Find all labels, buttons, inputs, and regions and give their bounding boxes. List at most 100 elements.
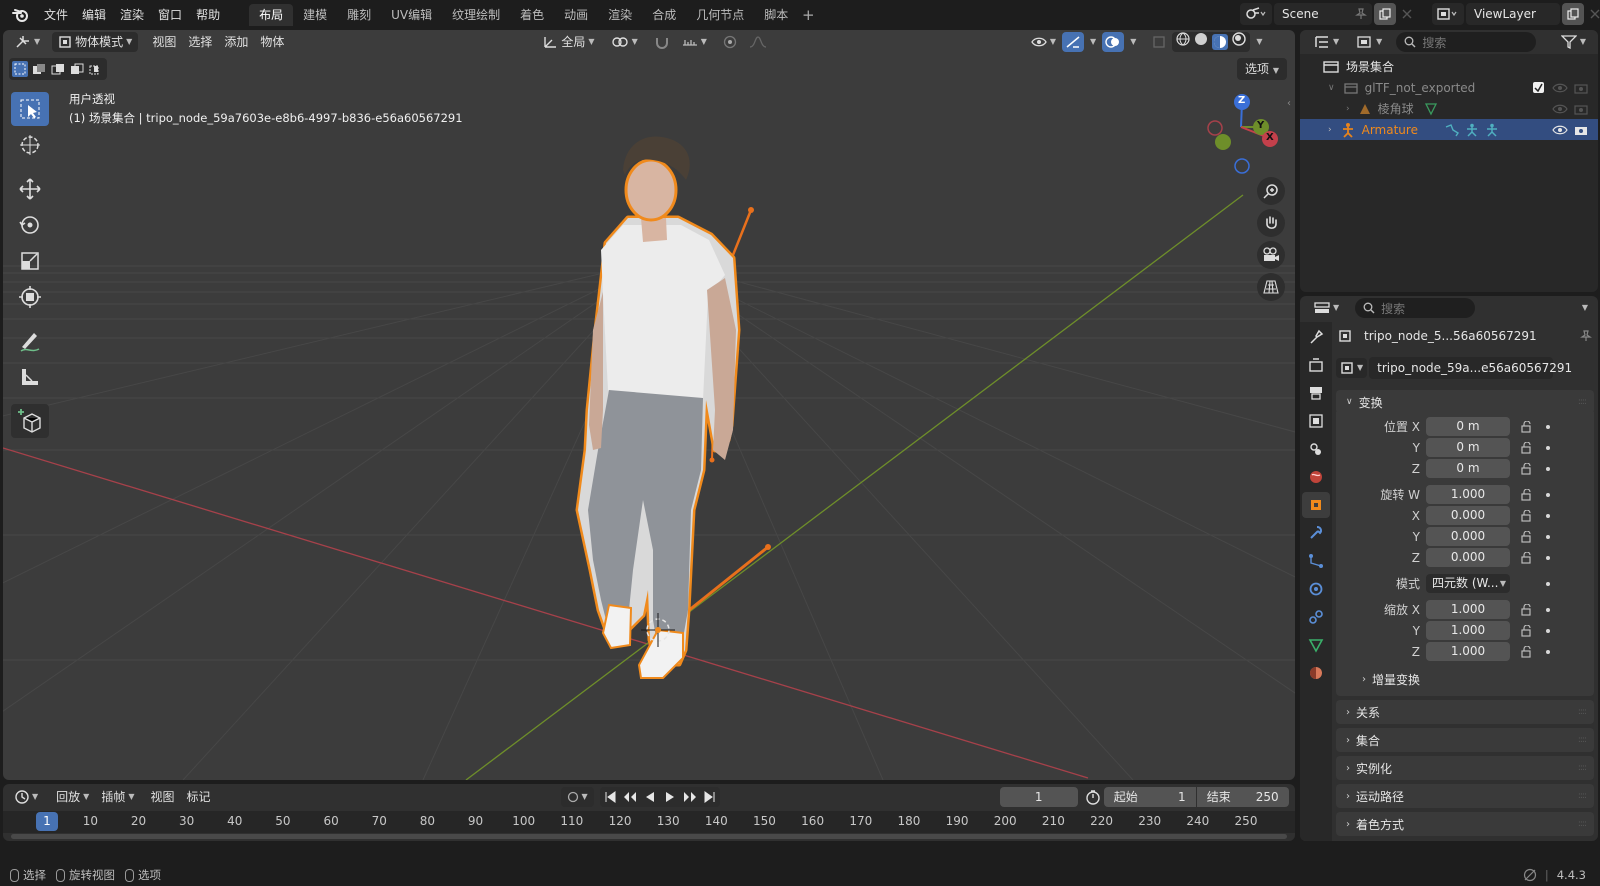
delta-transform-subpanel[interactable]: › 增量变换 <box>1336 668 1594 690</box>
tab-shading[interactable]: 着色 <box>510 4 554 26</box>
select-extend-icon[interactable] <box>31 61 47 77</box>
gizmo-toggle-icon[interactable] <box>1062 32 1085 52</box>
keyframe-dot-icon[interactable] <box>1538 581 1558 586</box>
menu-window[interactable]: 窗口 <box>151 4 189 26</box>
tab-uv-editing[interactable]: UV编辑 <box>381 4 442 26</box>
outliner-scene-collection[interactable]: 场景集合 <box>1300 56 1598 77</box>
exclude-checkbox[interactable] <box>1533 82 1544 93</box>
current-frame-indicator[interactable]: 1 <box>36 812 58 831</box>
outliner-row-mesh[interactable]: › 棱角球 <box>1300 98 1598 119</box>
physics-tab-icon[interactable] <box>1302 576 1330 602</box>
select-intersect-icon[interactable] <box>88 61 104 77</box>
scale-field[interactable]: 1.000 <box>1426 621 1510 640</box>
keyframe-dot-icon[interactable] <box>1538 513 1558 518</box>
keyframe-dot-icon[interactable] <box>1538 649 1558 654</box>
scale-field[interactable]: 1.000 <box>1426 600 1510 619</box>
location-field[interactable]: 0 m <box>1426 438 1510 457</box>
tool-settings-tab-icon[interactable] <box>1302 324 1330 350</box>
select-subtract-icon[interactable] <box>50 61 66 77</box>
keyframe-dot-icon[interactable] <box>1538 424 1558 429</box>
lock-icon[interactable] <box>1518 509 1538 522</box>
keying-menu[interactable]: 插帧 ▼ <box>95 787 140 807</box>
outliner-editor-type-icon[interactable]: ▼ <box>1308 32 1345 52</box>
scale-field[interactable]: 1.000 <box>1426 642 1510 661</box>
expand-arrow-icon[interactable]: ∨ <box>1328 83 1335 93</box>
rotation-field[interactable]: 1.000 <box>1426 485 1510 504</box>
outliner-row-armature[interactable]: › Armature <box>1300 119 1598 140</box>
rendered-shading-icon[interactable] <box>1232 32 1247 52</box>
lock-icon[interactable] <box>1518 645 1538 658</box>
shading-menu-caret[interactable]: ▼ <box>1250 32 1268 52</box>
viewport-menu-select[interactable]: 选择 <box>182 32 218 52</box>
3d-viewport[interactable]: Z Y X ▼ 物体模式 ▼ 视图 选择 添加 物体 全局 ▼ ▼ ▼ ▼ ▼ … <box>3 30 1295 780</box>
transform-panel-header[interactable]: ∨ 变换 :::: <box>1336 390 1594 414</box>
lock-icon[interactable] <box>1518 462 1538 475</box>
drag-grip-icon[interactable]: :::: <box>1578 763 1587 773</box>
options-dropdown[interactable]: 选项 ▼ <box>1237 58 1287 80</box>
gizmo-menu-caret[interactable]: ▼ <box>1084 32 1102 52</box>
constraints-tab-icon[interactable] <box>1302 604 1330 630</box>
perspective-toggle-icon[interactable] <box>1257 273 1285 301</box>
outliner-search-input[interactable]: 搜索 <box>1396 32 1537 52</box>
visibility-icon[interactable]: ▼ <box>1025 32 1062 52</box>
particles-tab-icon[interactable] <box>1302 548 1330 574</box>
drag-grip-icon[interactable]: :::: <box>1578 791 1587 801</box>
zoom-icon[interactable] <box>1257 177 1285 205</box>
tab-sculpting[interactable]: 雕刻 <box>337 4 381 26</box>
tab-texture-paint[interactable]: 纹理绘制 <box>442 4 510 26</box>
lock-icon[interactable] <box>1518 441 1538 454</box>
new-scene-icon[interactable] <box>1374 3 1396 25</box>
material-shading-icon[interactable] <box>1212 34 1229 50</box>
pan-hand-icon[interactable] <box>1257 209 1285 237</box>
menu-edit[interactable]: 编辑 <box>75 4 113 26</box>
rotation-field[interactable]: 0.000 <box>1426 527 1510 546</box>
material-tab-icon[interactable] <box>1302 660 1330 686</box>
editor-type-icon[interactable]: ▼ <box>9 32 46 52</box>
display-mode-icon[interactable]: ▼ <box>1351 32 1388 52</box>
proportional-edit-icon[interactable] <box>717 32 743 52</box>
transform-orientation-selector[interactable]: 全局 ▼ <box>536 32 600 52</box>
auto-key-icon[interactable]: ▼ <box>560 787 594 807</box>
tab-layout[interactable]: 布局 <box>249 3 294 26</box>
prev-keyframe-icon[interactable] <box>620 787 640 807</box>
select-invert-icon[interactable] <box>69 61 85 77</box>
view-layer-browse-icon[interactable] <box>1432 3 1464 25</box>
collapsed-panel-header[interactable]: › 运动路径:::: <box>1336 784 1594 808</box>
blender-logo-icon[interactable] <box>11 5 31 25</box>
keyframe-dot-icon[interactable] <box>1538 466 1558 471</box>
keyframe-dot-icon[interactable] <box>1538 628 1558 633</box>
lock-icon[interactable] <box>1518 603 1538 616</box>
rotation-mode-dropdown[interactable]: 四元数 (W... ▼ <box>1426 574 1510 593</box>
lock-icon[interactable] <box>1518 551 1538 564</box>
jump-start-icon[interactable] <box>600 787 620 807</box>
lock-icon[interactable] <box>1518 420 1538 433</box>
scene-tab-icon[interactable] <box>1302 436 1330 462</box>
object-name-field[interactable]: tripo_node_59a...e56a60567291 <box>1369 357 1572 379</box>
viewport-menu-object[interactable]: 物体 <box>254 32 290 52</box>
scene-browse-icon[interactable] <box>1240 3 1272 25</box>
viewport-menu-add[interactable]: 添加 <box>218 32 254 52</box>
world-tab-icon[interactable] <box>1302 464 1330 490</box>
timeline-menu-view[interactable]: 视图 <box>145 787 181 807</box>
timeline-scrollbar[interactable] <box>11 834 1287 839</box>
render-tab-icon[interactable] <box>1302 352 1330 378</box>
lock-icon[interactable] <box>1518 624 1538 637</box>
add-cube-tool-icon[interactable] <box>11 404 49 438</box>
preview-range-icon[interactable] <box>1082 787 1104 807</box>
pivot-point-icon[interactable]: ▼ <box>605 32 644 52</box>
timeline-menu-marker[interactable]: 标记 <box>181 787 217 807</box>
tab-modeling[interactable]: 建模 <box>293 4 337 26</box>
snap-toggle-icon[interactable] <box>648 32 676 52</box>
object-browse-icon[interactable]: ▼ <box>1336 358 1368 378</box>
timeline-editor-type-icon[interactable]: ▼ <box>9 787 44 807</box>
drag-grip-icon[interactable]: :::: <box>1578 735 1587 745</box>
delete-view-layer-icon[interactable] <box>1584 3 1600 25</box>
keyframe-dot-icon[interactable] <box>1538 492 1558 497</box>
properties-editor-type-icon[interactable]: ▼ <box>1308 298 1345 318</box>
rotation-field[interactable]: 0.000 <box>1426 506 1510 525</box>
eye-icon[interactable] <box>1552 103 1568 115</box>
play-reverse-icon[interactable] <box>640 787 660 807</box>
start-frame-field[interactable]: 起始 1 <box>1103 787 1196 807</box>
pin-icon[interactable] <box>1350 3 1372 25</box>
tab-rendering[interactable]: 渲染 <box>598 4 642 26</box>
